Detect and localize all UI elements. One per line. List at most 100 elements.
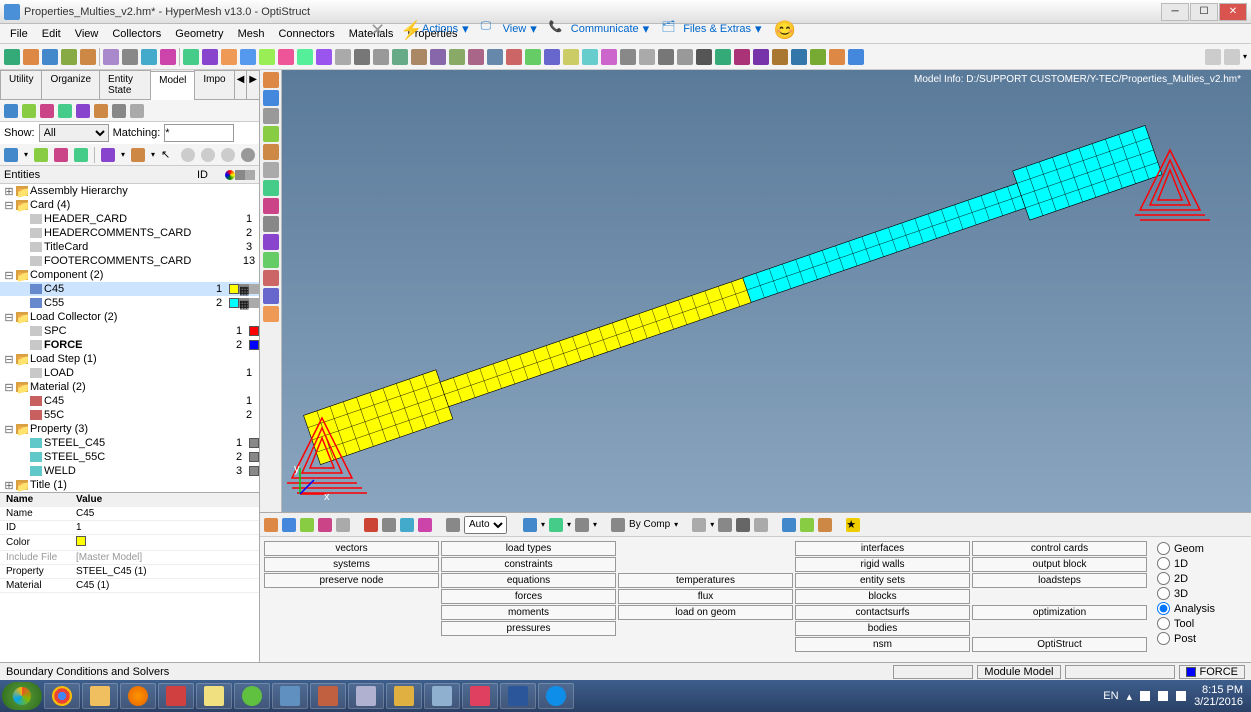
panel-bodies[interactable]: bodies (795, 621, 970, 636)
tree-tool-icon[interactable] (4, 148, 18, 162)
tool-icon[interactable] (392, 49, 408, 65)
panel-tool-icon[interactable] (736, 518, 750, 532)
taskbar-app[interactable] (234, 683, 270, 709)
panel-tool-icon[interactable] (264, 518, 278, 532)
tool-icon[interactable] (23, 49, 39, 65)
prop-row[interactable]: MaterialC45 (1) (0, 579, 259, 593)
tree-row-mat-c45[interactable]: C451 (0, 394, 259, 408)
menu-file[interactable]: File (4, 26, 34, 42)
taskbar-chrome[interactable] (44, 683, 80, 709)
auto-select[interactable]: Auto (464, 516, 507, 534)
panel-tool-icon[interactable] (523, 518, 537, 532)
view-tool-icon[interactable] (263, 72, 279, 88)
tree-row-card[interactable]: ⊟📁Card (4) (0, 198, 259, 212)
view-tool-icon[interactable] (263, 126, 279, 142)
panel-load-on-geom[interactable]: load on geom (618, 605, 793, 620)
tool-icon[interactable] (829, 49, 845, 65)
tool-icon[interactable] (639, 49, 655, 65)
panel-tool-icon[interactable] (318, 518, 332, 532)
view-tool-icon[interactable] (263, 198, 279, 214)
tool-icon[interactable] (259, 49, 275, 65)
tool-icon[interactable] (582, 49, 598, 65)
close-button[interactable] (1219, 3, 1247, 21)
menu-mesh[interactable]: Mesh (232, 26, 271, 42)
tool-icon[interactable] (160, 49, 176, 65)
radio-1d[interactable]: 1D (1157, 556, 1229, 571)
menu-connectors[interactable]: Connectors (272, 26, 340, 42)
eye-icon[interactable] (201, 148, 215, 162)
eye-icon[interactable] (221, 148, 235, 162)
panel-moments[interactable]: moments (441, 605, 616, 620)
tab-model[interactable]: Model (150, 71, 195, 100)
tool-dropdown-icon[interactable]: ▾ (1243, 52, 1247, 61)
tool-icon[interactable] (563, 49, 579, 65)
tool-icon[interactable] (80, 49, 96, 65)
tool-icon[interactable] (772, 49, 788, 65)
tool-icon[interactable] (696, 49, 712, 65)
panel-tool-dropdown[interactable]: ▾ (593, 520, 597, 529)
view-tool-icon[interactable] (263, 234, 279, 250)
tree-row-steel-55c[interactable]: STEEL_55C2 (0, 450, 259, 464)
tray-date[interactable]: 3/21/2016 (1194, 696, 1243, 708)
taskbar-calc[interactable] (348, 683, 384, 709)
ribbon-view-btn[interactable]: 🖵View ▾ (481, 20, 537, 38)
ribbon-smiley[interactable]: 😊 (774, 20, 792, 38)
tool-grid-icon[interactable] (1205, 49, 1221, 65)
tool-icon[interactable] (297, 49, 313, 65)
tray-time[interactable]: 8:15 PM (1194, 684, 1243, 696)
panel-tool-dropdown[interactable]: ▾ (674, 520, 678, 529)
panel-forces[interactable]: forces (441, 589, 616, 604)
tab-import[interactable]: Impo (194, 70, 234, 99)
panel-flux[interactable]: flux (618, 589, 793, 604)
ribbon-close[interactable]: ✕ (370, 20, 388, 38)
tray-network-icon[interactable] (1158, 691, 1168, 701)
tree-row-loadcol[interactable]: ⊟📁Load Collector (2) (0, 310, 259, 324)
tree-tool-dropdown[interactable]: ▾ (121, 150, 125, 159)
panel-tool-icon[interactable] (575, 518, 589, 532)
star-icon[interactable]: ★ (846, 518, 860, 532)
panel-rigid-walls[interactable]: rigid walls (795, 557, 970, 572)
browser-tool-icon[interactable] (58, 104, 72, 118)
prop-row[interactable]: NameC45 (0, 507, 259, 521)
tool-icon[interactable] (677, 49, 693, 65)
viewport-canvas[interactable]: Model Info: D:/SUPPORT CUSTOMER/Y-TEC/Pr… (282, 70, 1251, 512)
browser-tool-icon[interactable] (22, 104, 36, 118)
tree-row-load[interactable]: LOAD1 (0, 366, 259, 380)
prop-row[interactable]: Include File[Master Model] (0, 551, 259, 565)
tool-icon[interactable] (487, 49, 503, 65)
view-tool-icon[interactable] (263, 306, 279, 322)
tool-expand-icon[interactable] (1224, 49, 1240, 65)
panel-optimization[interactable]: optimization (972, 605, 1147, 620)
tree-row-loadstep[interactable]: ⊟📁Load Step (1) (0, 352, 259, 366)
tool-icon[interactable] (4, 49, 20, 65)
panel-tool-icon[interactable] (382, 518, 396, 532)
tool-icon[interactable] (715, 49, 731, 65)
panel-loadsteps[interactable]: loadsteps (972, 573, 1147, 588)
tray-lang[interactable]: EN (1103, 690, 1118, 702)
module-model-box[interactable]: Module Model (977, 665, 1060, 679)
tree-row-component[interactable]: ⊟📁Component (2) (0, 268, 259, 282)
taskbar-explorer[interactable] (82, 683, 118, 709)
tool-icon[interactable] (316, 49, 332, 65)
tool-icon[interactable] (278, 49, 294, 65)
taskbar-app[interactable] (272, 683, 308, 709)
eye-icon[interactable] (181, 148, 195, 162)
panel-tool-icon[interactable] (818, 518, 832, 532)
panel-contactsurfs[interactable]: contactsurfs (795, 605, 970, 620)
panel-nsm[interactable]: nsm (795, 637, 970, 652)
tab-scroll-left[interactable]: ◀ (234, 70, 248, 99)
tool-icon[interactable] (141, 49, 157, 65)
prop-row[interactable]: PropertySTEEL_C45 (1) (0, 565, 259, 579)
panel-tool-dropdown[interactable]: ▾ (710, 520, 714, 529)
tool-icon[interactable] (544, 49, 560, 65)
tree-row[interactable]: HEADERCOMMENTS_CARD2 (0, 226, 259, 240)
browser-tool-icon[interactable] (94, 104, 108, 118)
view-tool-icon[interactable] (263, 162, 279, 178)
browser-tool-icon[interactable] (4, 104, 18, 118)
browser-tool-icon[interactable] (76, 104, 90, 118)
panel-constraints[interactable]: constraints (441, 557, 616, 572)
tree-tool-dropdown[interactable]: ▾ (151, 150, 155, 159)
tree-row-assembly[interactable]: ⊞📁Assembly Hierarchy (0, 184, 259, 198)
radio-3d[interactable]: 3D (1157, 586, 1229, 601)
panel-tool-icon[interactable] (800, 518, 814, 532)
